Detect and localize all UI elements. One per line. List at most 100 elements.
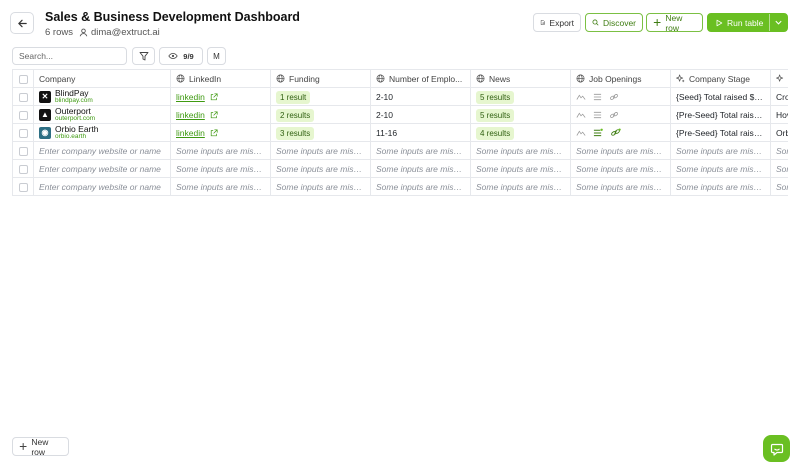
company-domain[interactable]: blindpay.com — [55, 97, 93, 105]
column-header-job-openings[interactable]: Job Openings — [570, 69, 671, 88]
row-checkbox[interactable] — [18, 92, 28, 102]
news-result-badge[interactable]: 5 results — [476, 108, 515, 122]
company-input-cell[interactable]: Enter company website or name — [33, 141, 171, 160]
column-header-news[interactable]: News — [470, 69, 571, 88]
extra-cell[interactable]: Orb — [770, 123, 788, 142]
column-header-extra[interactable] — [770, 69, 788, 88]
missing-input-cell[interactable]: Some inputs are missin... — [270, 177, 371, 196]
linkedin-link[interactable]: linkedin — [176, 110, 218, 120]
missing-input-cell[interactable]: Some inputs are missin... — [570, 141, 671, 160]
company-stage-cell[interactable]: {Seed} Total raised $5... — [670, 87, 771, 106]
empty-row[interactable]: Enter company website or name Some input… — [12, 159, 788, 178]
row-count: 6 rows — [45, 27, 73, 38]
new-row-button[interactable]: New row — [646, 13, 703, 33]
discover-button[interactable]: Discover — [585, 13, 643, 32]
missing-input-cell[interactable]: Some inputs are missin... — [370, 159, 471, 178]
job-openings-cell[interactable] — [570, 105, 671, 124]
row-checkbox[interactable] — [18, 146, 28, 156]
column-header-company-stage[interactable]: Company Stage — [670, 69, 771, 88]
run-table-main[interactable]: Run table — [708, 14, 765, 31]
table-row[interactable]: ◉ Orbio Earth orbio.earth linkedin 3 resul… — [12, 123, 788, 142]
filter-button[interactable] — [132, 47, 155, 65]
missing-input-cell[interactable]: Some inputs are missin... — [370, 141, 471, 160]
export-button[interactable]: Export — [533, 13, 581, 32]
company-domain[interactable]: outerport.com — [55, 115, 95, 123]
table-row[interactable]: ✕ BlindPay blindpay.com linkedin 1 result … — [12, 87, 788, 106]
user-icon — [79, 28, 88, 37]
column-header-company[interactable]: Company — [33, 69, 171, 88]
funding-cell[interactable]: 3 results — [270, 123, 371, 142]
missing-input-cell[interactable]: Some inputs are missin... — [670, 159, 771, 178]
employees-cell[interactable]: 2-10 — [370, 87, 471, 106]
linkedin-cell[interactable]: linkedin — [170, 87, 271, 106]
missing-input-cell[interactable]: Some inputs are missin... — [570, 159, 671, 178]
missing-input-cell[interactable]: Some inputs are missin... — [670, 141, 771, 160]
m-button[interactable]: M — [207, 47, 226, 65]
missing-input-cell[interactable]: Some inputs are missin... — [770, 159, 788, 178]
news-cell[interactable]: 4 results — [470, 123, 571, 142]
funding-cell[interactable]: 2 results — [270, 105, 371, 124]
company-cell[interactable]: ▲ Outerport outerport.com — [33, 105, 171, 124]
company-cell[interactable]: ◉ Orbio Earth orbio.earth — [33, 123, 171, 142]
company-input-cell[interactable]: Enter company website or name — [33, 177, 171, 196]
empty-row[interactable]: Enter company website or name Some input… — [12, 177, 788, 196]
owner: dima@extruct.ai — [79, 27, 160, 38]
company-stage-cell[interactable]: {Pre-Seed} Total raise... — [670, 105, 771, 124]
discover-label: Discover — [602, 17, 636, 28]
company-stage-cell[interactable]: {Pre-Seed} Total raise... — [670, 123, 771, 142]
globe-icon — [576, 74, 585, 83]
missing-input-cell[interactable]: Some inputs are missin... — [370, 177, 471, 196]
funding-result-badge[interactable]: 3 results — [276, 126, 315, 140]
extra-cell[interactable]: Hov — [770, 105, 788, 124]
news-cell[interactable]: 5 results — [470, 87, 571, 106]
funding-cell[interactable]: 1 result — [270, 87, 371, 106]
missing-input-cell[interactable]: Some inputs are missin... — [570, 177, 671, 196]
missing-input-cell[interactable]: Some inputs are missin... — [670, 177, 771, 196]
column-header-funding[interactable]: Funding — [270, 69, 371, 88]
employees-cell[interactable]: 2-10 — [370, 105, 471, 124]
run-options-dropdown[interactable] — [769, 14, 787, 31]
missing-input-cell[interactable]: Some inputs are missin... — [770, 141, 788, 160]
table-row[interactable]: ▲ Outerport outerport.com linkedin 2 resul… — [12, 105, 788, 124]
missing-input-cell[interactable]: Some inputs are missin... — [270, 141, 371, 160]
row-checkbox[interactable] — [18, 164, 28, 174]
missing-input-cell[interactable]: Some inputs are missin... — [170, 141, 271, 160]
missing-input-cell[interactable]: Some inputs are missin... — [170, 159, 271, 178]
row-checkbox[interactable] — [18, 110, 28, 120]
search-input[interactable] — [12, 47, 127, 65]
employees-cell[interactable]: 11-16 — [370, 123, 471, 142]
missing-input-cell[interactable]: Some inputs are missin... — [270, 159, 371, 178]
job-openings-cell[interactable] — [570, 123, 671, 142]
linkedin-link[interactable]: linkedin — [176, 128, 218, 138]
row-checkbox[interactable] — [18, 128, 28, 138]
select-all-checkbox[interactable] — [18, 74, 28, 84]
missing-input-cell[interactable]: Some inputs are missin... — [470, 141, 571, 160]
column-header-linkedin[interactable]: LinkedIn — [170, 69, 271, 88]
company-domain[interactable]: orbio.earth — [55, 133, 98, 141]
linkedin-link[interactable]: linkedin — [176, 92, 218, 102]
company-input-cell[interactable]: Enter company website or name — [33, 159, 171, 178]
extra-cell[interactable]: Cro — [770, 87, 788, 106]
news-cell[interactable]: 5 results — [470, 105, 571, 124]
missing-input-cell[interactable]: Some inputs are missin... — [470, 159, 571, 178]
linkedin-cell[interactable]: linkedin — [170, 123, 271, 142]
missing-input-cell[interactable]: Some inputs are missin... — [170, 177, 271, 196]
missing-input-cell[interactable]: Some inputs are missin... — [770, 177, 788, 196]
run-table-button[interactable]: Run table — [707, 13, 788, 32]
empty-row[interactable]: Enter company website or name Some input… — [12, 141, 788, 160]
row-checkbox[interactable] — [18, 182, 28, 192]
column-visibility-button[interactable]: 9/9 — [159, 47, 203, 65]
funding-result-badge[interactable]: 1 result — [276, 90, 311, 104]
add-row-button[interactable]: New row — [12, 437, 69, 457]
linkedin-cell[interactable]: linkedin — [170, 105, 271, 124]
back-button[interactable] — [10, 12, 34, 34]
company-cell[interactable]: ✕ BlindPay blindpay.com — [33, 87, 171, 106]
column-header-employees[interactable]: Number of Emplo... — [370, 69, 471, 88]
missing-input-cell[interactable]: Some inputs are missin... — [470, 177, 571, 196]
funding-result-badge[interactable]: 2 results — [276, 108, 315, 122]
job-board-icon — [576, 130, 586, 136]
job-openings-cell[interactable] — [570, 87, 671, 106]
news-result-badge[interactable]: 4 results — [476, 126, 515, 140]
news-result-badge[interactable]: 5 results — [476, 90, 515, 104]
chat-support-button[interactable] — [763, 435, 790, 462]
